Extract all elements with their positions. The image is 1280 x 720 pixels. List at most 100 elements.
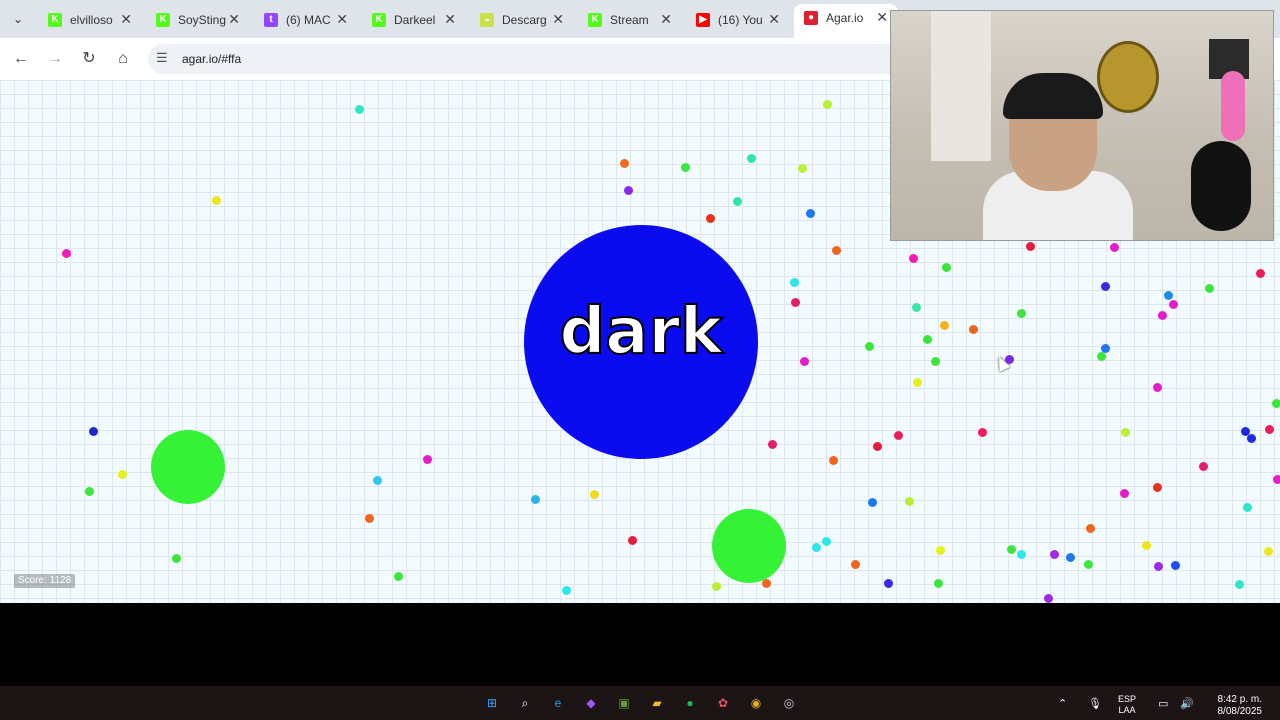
chevron-up-icon[interactable]: ⌃ bbox=[1058, 697, 1067, 710]
twitch-icon: t bbox=[264, 13, 278, 27]
food-pellet bbox=[712, 582, 721, 591]
food-pellet bbox=[1272, 399, 1280, 408]
windows-taskbar: ⊞ ⌕ e ◆ ▣ ▰ ● ✿ ◉ ◎ ⌃ 🎙 ESP LAA ▭ 🔊 8:42 p. m. 8/… bbox=[0, 686, 1280, 720]
browser-tab[interactable]: ◒ Descarg ✕ bbox=[470, 6, 574, 34]
food-pellet bbox=[806, 209, 815, 218]
browser-tab[interactable]: K SoySting ✕ bbox=[146, 6, 250, 34]
network-icon[interactable]: ▭ bbox=[1158, 697, 1168, 710]
close-tab-icon[interactable]: ✕ bbox=[228, 11, 240, 28]
food-pellet bbox=[978, 428, 987, 437]
spotify-icon[interactable]: ● bbox=[682, 695, 698, 711]
edge-icon[interactable]: e bbox=[550, 695, 566, 711]
search-icon[interactable]: ⌕ bbox=[517, 695, 533, 711]
food-pellet bbox=[913, 378, 922, 387]
close-tab-icon[interactable]: ✕ bbox=[120, 11, 132, 28]
food-pellet bbox=[923, 335, 932, 344]
food-pellet bbox=[868, 498, 877, 507]
kick-icon: K bbox=[372, 13, 386, 27]
kick-icon: K bbox=[156, 13, 170, 27]
food-pellet bbox=[365, 514, 374, 523]
tab-title: SoySting bbox=[178, 13, 227, 27]
webcam-streamer-cap bbox=[1003, 73, 1103, 119]
webcam-wall-hat bbox=[1097, 41, 1159, 113]
volume-icon[interactable]: 🔊 bbox=[1180, 697, 1194, 710]
close-tab-icon[interactable]: ✕ bbox=[768, 11, 780, 28]
close-tab-icon[interactable]: ✕ bbox=[876, 9, 888, 26]
food-pellet bbox=[851, 560, 860, 569]
obs-icon[interactable]: ◎ bbox=[781, 695, 797, 711]
back-arrow-icon[interactable]: ← bbox=[10, 48, 32, 70]
browser-tab[interactable]: Kelvilloso ✕ bbox=[38, 6, 142, 34]
close-tab-icon[interactable]: ✕ bbox=[444, 11, 456, 28]
food-pellet bbox=[1044, 594, 1053, 603]
microphone-icon[interactable]: 🎙 bbox=[1088, 697, 1102, 710]
food-pellet bbox=[934, 579, 943, 588]
url-text[interactable]: agar.io/#ffa bbox=[182, 52, 241, 66]
food-pellet bbox=[1066, 553, 1075, 562]
language-code: ESP bbox=[1118, 694, 1137, 704]
download-site-icon: ◒ bbox=[480, 13, 494, 27]
food-pellet bbox=[1086, 524, 1095, 533]
food-pellet bbox=[812, 543, 821, 552]
language-indicator[interactable]: ESP LAA bbox=[1118, 694, 1136, 716]
food-pellet bbox=[1007, 545, 1016, 554]
food-pellet bbox=[1101, 282, 1110, 291]
minecraft-icon[interactable]: ▣ bbox=[616, 695, 632, 711]
food-pellet bbox=[531, 495, 540, 504]
app-icon[interactable]: ✿ bbox=[715, 695, 731, 711]
food-pellet bbox=[212, 196, 221, 205]
webcam-curtain bbox=[931, 11, 991, 161]
browser-tab[interactable]: K Darkeel ✕ bbox=[362, 6, 466, 34]
address-bar[interactable]: ☰ agar.io/#ffa bbox=[148, 44, 908, 74]
home-icon[interactable]: ⌂ bbox=[112, 48, 134, 70]
webcam-plush bbox=[1221, 71, 1245, 141]
close-tab-icon[interactable]: ✕ bbox=[552, 11, 564, 28]
score-label: Score: 1128 bbox=[14, 574, 76, 588]
windows-start-icon[interactable]: ⊞ bbox=[484, 695, 500, 711]
food-pellet bbox=[85, 487, 94, 496]
food-pellet bbox=[1142, 541, 1151, 550]
food-pellet bbox=[894, 431, 903, 440]
file-explorer-icon[interactable]: ▰ bbox=[649, 695, 665, 711]
food-pellet bbox=[1169, 300, 1178, 309]
food-pellet bbox=[1199, 462, 1208, 471]
clock[interactable]: 8:42 p. m. 8/08/2025 bbox=[1204, 694, 1263, 718]
food-pellet bbox=[355, 105, 364, 114]
tab-title: (6) MAC bbox=[286, 13, 331, 27]
browser-tab[interactable]: ● Agar.io ✕ bbox=[794, 4, 898, 38]
browser-tab[interactable]: K Stream ✕ bbox=[578, 6, 682, 34]
browser-tab[interactable]: t (6) MAC ✕ bbox=[254, 6, 358, 34]
copilot-icon[interactable]: ◆ bbox=[583, 695, 599, 711]
food-pellet bbox=[940, 321, 949, 330]
site-info-icon[interactable]: ☰ bbox=[156, 50, 168, 66]
food-pellet bbox=[1017, 309, 1026, 318]
food-pellet bbox=[1026, 242, 1035, 251]
tab-title: (16) You bbox=[718, 13, 763, 27]
food-pellet bbox=[762, 579, 771, 588]
food-pellet bbox=[873, 442, 882, 451]
green-cell bbox=[712, 509, 786, 583]
tab-title: Darkeel bbox=[394, 13, 436, 27]
forward-arrow-icon[interactable]: → bbox=[44, 48, 66, 70]
food-pellet bbox=[1265, 425, 1274, 434]
agar-icon: ● bbox=[804, 11, 818, 25]
food-pellet bbox=[624, 186, 633, 195]
food-pellet bbox=[790, 278, 799, 287]
reload-icon[interactable]: ↻ bbox=[78, 48, 100, 70]
food-pellet bbox=[905, 497, 914, 506]
food-pellet bbox=[620, 159, 629, 168]
clock-time: 8:42 p. m. bbox=[1217, 694, 1262, 705]
kick-icon: K bbox=[588, 13, 602, 27]
food-pellet bbox=[394, 572, 403, 581]
kick-icon: K bbox=[48, 13, 62, 27]
chrome-icon[interactable]: ◉ bbox=[748, 695, 764, 711]
tab-title: elvilloso bbox=[70, 13, 113, 27]
food-pellet bbox=[832, 246, 841, 255]
food-pellet bbox=[1158, 311, 1167, 320]
close-tab-icon[interactable]: ✕ bbox=[660, 11, 672, 28]
chevron-down-icon[interactable]: ⌄ bbox=[8, 10, 28, 28]
browser-tab[interactable]: ▶ (16) You ✕ bbox=[686, 6, 790, 34]
close-tab-icon[interactable]: ✕ bbox=[336, 11, 348, 28]
food-pellet bbox=[172, 554, 181, 563]
food-pellet bbox=[936, 546, 945, 555]
